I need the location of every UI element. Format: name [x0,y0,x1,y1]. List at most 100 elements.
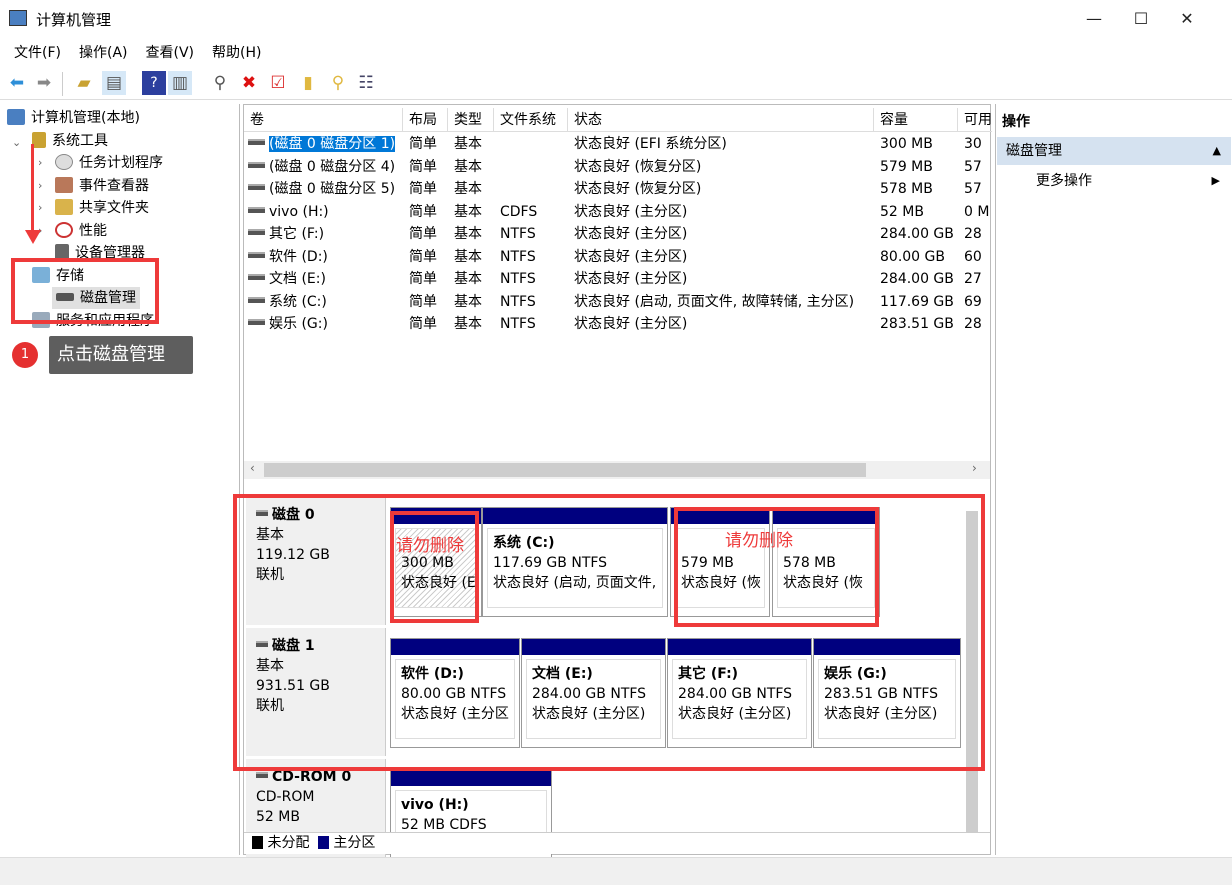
chevron-down-icon[interactable]: ⌄ [12,136,21,149]
properties-icon[interactable]: ☑ [266,71,290,95]
close-button[interactable]: ✕ [1164,0,1210,38]
table-cell: 简单 [409,181,437,197]
computer-management-icon [9,10,27,26]
chevron-right-icon[interactable]: › [38,179,42,192]
column-free[interactable]: 可用 [958,108,992,132]
table-cell: NTFS [500,248,536,265]
more-actions[interactable]: 更多操作 ▶ [1036,170,1230,192]
table-cell: 579 MB [880,158,933,175]
annotation-recovery-box [674,507,879,627]
column-volume[interactable]: 卷 [244,108,403,132]
menu-action[interactable]: 操作(A) [70,40,137,64]
table-cell: 57 [964,158,982,175]
table-cell: 基本 [454,226,482,242]
annotation-tooltip: 点击磁盘管理 [49,336,193,374]
table-cell: 简单 [409,203,437,220]
table-cell: 状态良好 (主分区) [574,226,688,242]
partition-type-bar [391,770,551,786]
table-cell: 基本 [454,158,482,175]
tree-task-scheduler[interactable]: 任务计划程序 [55,152,163,174]
actions-section-disk-management[interactable]: 磁盘管理 ▲ [997,137,1231,165]
console-tree-icon[interactable]: ▤ [102,71,126,95]
column-capacity[interactable]: 容量 [874,108,958,132]
table-cell: CDFS [500,203,538,220]
table-cell: 30 [964,136,982,152]
drive-icon [248,229,265,235]
legend: 未分配 主分区 [244,832,990,854]
arrow-head-icon [25,230,41,244]
table-cell: 57 [964,181,982,197]
table-row[interactable]: 文档 (E:) 简单 基本 NTFS 状态良好 (主分区) 284.00 GB 27 [244,268,990,291]
horizontal-scrollbar[interactable]: ‹ › [244,461,990,479]
table-row[interactable]: (磁盘 0 磁盘分区 4) 简单 基本 状态良好 (恢复分区) 579 MB 57 [244,156,990,179]
tree-shared-folders[interactable]: 共享文件夹 [55,197,149,219]
connect-icon[interactable]: ⚲ [208,71,232,95]
maximize-button[interactable]: ☐ [1118,0,1164,38]
chevron-right-icon[interactable]: › [38,201,42,214]
table-cell: 简单 [409,158,437,175]
scroll-right-icon[interactable]: › [972,461,977,475]
table-cell: 284.00 GB [880,271,954,287]
column-layout[interactable]: 布局 [403,108,448,132]
table-cell: 60 [964,248,982,265]
table-cell: 80.00 GB [880,248,945,265]
table-cell: NTFS [500,293,536,310]
table-cell: 状态良好 (主分区) [574,271,688,287]
drive-icon [248,296,265,303]
search-icon[interactable]: ⚲ [326,71,350,95]
tree-performance[interactable]: 性能 [55,220,107,242]
folder-up-icon[interactable]: ▰ [72,71,96,95]
primary-swatch [317,836,329,849]
table-row[interactable]: (磁盘 0 磁盘分区 1) 简单 基本 状态良好 (EFI 系统分区) 300 MB 30 [244,133,990,156]
table-row[interactable]: 软件 (D:) 简单 基本 NTFS 状态良好 (主分区) 80.00 GB 60 [244,246,990,269]
tools-icon [32,132,46,148]
menu-file[interactable]: 文件(F) [0,40,70,64]
table-cell: 基本 [454,248,482,265]
table-cell: 300 MB [880,136,933,152]
menu-view[interactable]: 查看(V) [137,40,204,64]
table-cell: 状态良好 (EFI 系统分区) [574,136,727,152]
drive-icon [248,319,265,325]
table-cell: 283.51 GB [880,316,954,332]
column-type[interactable]: 类型 [448,108,494,132]
table-cell: 简单 [409,226,437,242]
partition-name: vivo (H:) [401,797,469,813]
tree-event-viewer[interactable]: 事件查看器 [55,175,149,197]
action-pane-icon[interactable]: ▥ [168,71,192,95]
chevron-right-icon[interactable]: › [38,156,42,169]
table-row[interactable]: 娱乐 (G:) 简单 基本 NTFS 状态良好 (主分区) 283.51 GB 28 [244,313,990,336]
table-row[interactable]: (磁盘 0 磁盘分区 5) 简单 基本 状态良好 (恢复分区) 578 MB 57 [244,178,990,201]
table-cell: (磁盘 0 磁盘分区 5) [244,178,403,200]
table-cell: NTFS [500,316,536,332]
warning-label-efi: 请勿删除 [396,536,464,556]
table-row[interactable]: 系统 (C:) 简单 基本 NTFS 状态良好 (启动, 页面文件, 故障转储, 主分区… [244,291,990,314]
back-icon[interactable]: ⬅ [5,71,29,95]
table-cell: 基本 [454,136,482,152]
delete-icon[interactable]: ✖ [237,71,261,95]
drive-icon [248,139,265,145]
scrollbar-thumb[interactable] [264,463,866,477]
table-row[interactable]: vivo (H:) 简单 基本 CDFS 状态良好 (主分区) 52 MB 0 M [244,201,990,224]
list-icon[interactable]: ☷ [354,71,378,95]
scroll-left-icon[interactable]: ‹ [250,461,255,475]
table-cell: 其它 (F:) [244,223,403,245]
import-icon[interactable]: ▮ [296,71,320,95]
forward-icon[interactable]: ➡ [32,71,56,95]
menu-help[interactable]: 帮助(H) [203,40,270,64]
column-filesystem[interactable]: 文件系统 [494,108,568,132]
table-row[interactable]: 其它 (F:) 简单 基本 NTFS 状态良好 (主分区) 284.00 GB 28 [244,223,990,246]
warning-label-recovery: 请勿删除 [725,531,793,551]
minimize-button[interactable]: — [1071,0,1117,38]
table-cell: 基本 [454,316,482,332]
table-cell: 27 [964,271,982,287]
table-cell: 简单 [409,271,437,287]
tree-system-tools[interactable]: 系统工具 [32,130,108,152]
table-cell: 状态良好 (主分区) [574,316,688,332]
table-cell: vivo (H:) [244,201,403,223]
table-cell: NTFS [500,271,536,287]
column-status[interactable]: 状态 [568,108,874,132]
table-cell: 软件 (D:) [244,246,403,268]
help-icon[interactable]: ? [142,71,166,95]
tree-root[interactable]: 计算机管理(本地) [7,107,140,129]
annotation-arrow [31,144,34,234]
